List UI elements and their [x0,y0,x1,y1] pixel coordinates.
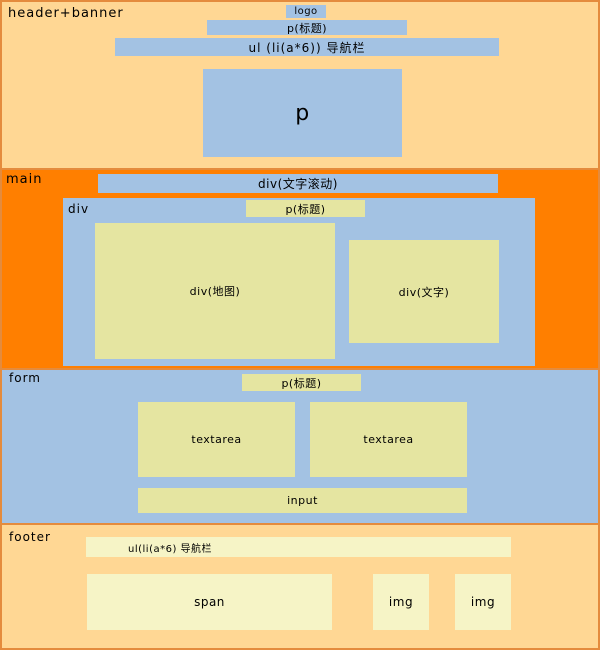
form-section-label: form [9,371,41,385]
textarea-box-2: textarea [310,402,467,477]
header-nav-box: ul (li(a*6)) 导航栏 [115,38,499,56]
main-div-label: div [68,202,90,216]
span-box: span [87,574,332,630]
footer-nav-box: ul(li(a*6) 导航栏 [86,537,511,557]
form-title-box: p(标题) [242,374,361,391]
scroll-text-box: div(文字滚动) [98,174,498,193]
map-box: div(地图) [95,223,335,359]
footer-section-label: footer [9,530,51,544]
main-title-box: p(标题) [246,200,365,217]
text-box: div(文字) [349,240,499,343]
img-box-1: img [373,574,429,630]
header-title-box: p(标题) [207,20,407,35]
textarea-box-1: textarea [138,402,295,477]
header-section-label: header+banner [8,6,124,21]
img-box-2: img [455,574,511,630]
main-section-label: main [6,172,43,187]
logo-box: logo [286,5,326,18]
input-box: input [138,488,467,513]
banner-box: p [203,69,402,157]
